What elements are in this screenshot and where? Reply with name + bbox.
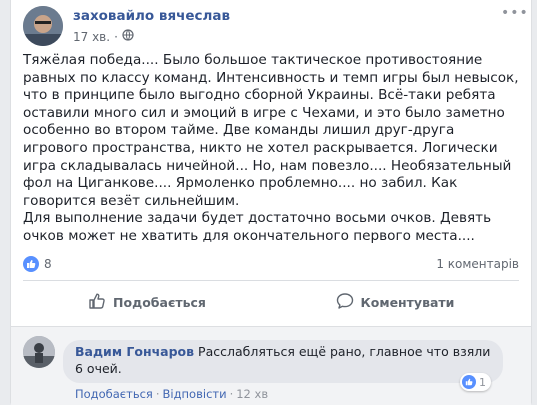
like-count: 8 [44, 257, 52, 271]
divider [23, 280, 519, 281]
separator: · [155, 387, 160, 401]
separator: · [229, 387, 234, 401]
post-text: Тяжёлая победа.... Было большое тактичес… [23, 52, 519, 244]
commenter-name[interactable]: Вадим Гончаров [75, 344, 194, 359]
like-summary[interactable]: 8 [23, 256, 52, 272]
comment-bubble: Вадим Гончаров Расслабляться ещё рано, г… [63, 340, 503, 383]
like-icon [462, 375, 476, 389]
comments-section: Вадим Гончаров Расслабляться ещё рано, г… [11, 326, 531, 405]
post-header: заховайло вячеслав 17 хв. · ••• [23, 6, 528, 46]
comment-like-link[interactable]: Подобається [75, 387, 153, 401]
comment-timestamp[interactable]: 12 хв [236, 387, 268, 401]
author-avatar[interactable] [23, 6, 63, 46]
post-card: заховайло вячеслав 17 хв. · ••• Тяжёлая … [10, 0, 532, 405]
comment-actions: Подобається · Відповісти · 12 хв [75, 387, 268, 401]
comment-button[interactable]: Коментувати [271, 285, 519, 319]
comment-count[interactable]: 1 коментарів [436, 257, 519, 271]
meta-dot: · [114, 29, 118, 44]
more-dots-icon[interactable]: ••• [501, 6, 528, 20]
comment-button-label: Коментувати [360, 294, 455, 310]
post-meta: 17 хв. · [73, 29, 134, 44]
post-author-name[interactable]: заховайло вячеслав [73, 8, 230, 24]
speech-bubble-icon [336, 292, 354, 313]
like-icon [23, 256, 39, 272]
globe-icon [122, 29, 134, 44]
comment-reactions[interactable]: 1 [460, 373, 491, 391]
like-button-label: Подобається [113, 294, 206, 310]
commenter-avatar[interactable] [23, 336, 55, 368]
post-actions: Подобається Коментувати [23, 285, 519, 319]
thumbs-up-icon [88, 292, 106, 313]
like-button[interactable]: Подобається [23, 285, 271, 319]
post-timestamp[interactable]: 17 хв. [73, 30, 110, 44]
post-stats: 8 1 коментарів [23, 254, 519, 274]
comment-reply-link[interactable]: Відповісти [163, 387, 227, 401]
comment-reaction-count: 1 [479, 375, 486, 389]
